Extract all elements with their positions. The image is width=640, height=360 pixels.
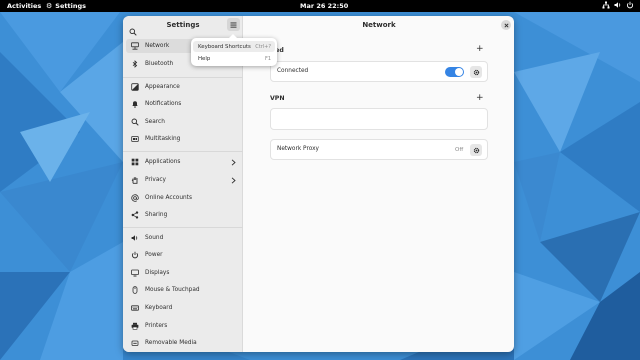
search-icon <box>129 28 137 36</box>
keyboard-icon <box>131 305 139 311</box>
sidebar-item-label: Displays <box>145 270 170 276</box>
chevron-right-icon <box>231 176 236 184</box>
sidebar-item-notifications[interactable]: Notifications <box>126 97 240 111</box>
bluetooth-icon <box>132 60 138 68</box>
sidebar-item-applications[interactable]: Applications <box>126 155 240 169</box>
sidebar-item-label: Search <box>145 119 165 125</box>
mouse-icon <box>132 286 138 294</box>
sidebar-separator <box>123 227 243 228</box>
sidebar-item-sharing[interactable]: Sharing <box>126 208 240 222</box>
sidebar-title: Settings <box>166 21 200 29</box>
top-bar: Activities ⚙ Settings Mar 26 22:50 <box>0 0 640 12</box>
sidebar-item-label: Multitasking <box>145 136 181 142</box>
sidebar-item-label: Online Accounts <box>145 195 192 201</box>
share-icon <box>131 211 139 219</box>
add-wired-connection-button[interactable]: + <box>476 45 484 54</box>
sidebar-item-multitasking[interactable]: Multitasking <box>126 132 240 146</box>
sidebar-item-label: Power <box>145 252 163 258</box>
sidebar-item-label: Applications <box>145 159 181 165</box>
sidebar-item-privacy[interactable]: Privacy <box>126 173 240 187</box>
sidebar-item-removable-media[interactable]: Removable Media <box>126 336 240 350</box>
privacy-hand-icon <box>131 177 138 184</box>
menu-item-label: Keyboard Shortcuts <box>198 43 251 50</box>
menu-item-shortcut: F1 <box>264 55 271 62</box>
main-menu-popover: Keyboard Shortcuts Ctrl+? Help F1 <box>191 34 277 66</box>
at-sign-icon <box>131 194 139 202</box>
speaker-icon <box>614 2 621 8</box>
sidebar-item-label: Printers <box>145 323 168 329</box>
settings-window: Settings Network Bluetooth Appearance No… <box>123 16 514 352</box>
sidebar-separator <box>123 77 243 78</box>
toggle-knob <box>455 68 463 76</box>
wired-status-label: Connected <box>277 68 309 74</box>
display-icon <box>131 269 139 277</box>
page-title: Network <box>362 21 396 29</box>
sidebar-item-label: Sound <box>145 235 164 241</box>
sidebar-header: Settings <box>123 16 243 36</box>
wired-settings-button[interactable] <box>470 66 482 78</box>
network-proxy-card[interactable]: Network Proxy Off <box>270 139 488 160</box>
sidebar: Settings Network Bluetooth Appearance No… <box>123 16 243 352</box>
sidebar-item-label: Removable Media <box>145 340 197 346</box>
close-button[interactable] <box>501 20 511 30</box>
wired-connection-card: Connected <box>270 61 488 82</box>
menu-item-help[interactable]: Help F1 <box>193 53 275 64</box>
content-pane: Network ired + Connected VPN + Netw <box>244 16 514 352</box>
clock[interactable]: Mar 26 22:50 <box>300 2 348 10</box>
app-menu[interactable]: ⚙ Settings <box>46 2 86 10</box>
add-vpn-button[interactable]: + <box>476 94 484 103</box>
removable-media-icon <box>131 340 139 346</box>
sidebar-item-appearance[interactable]: Appearance <box>126 80 240 94</box>
gear-icon <box>473 69 479 75</box>
main-menu-button[interactable] <box>227 18 240 31</box>
network-proxy-settings-button[interactable] <box>470 144 482 156</box>
sidebar-item-search[interactable]: Search <box>126 115 240 129</box>
chevron-right-icon <box>231 158 236 166</box>
sidebar-item-label: Notifications <box>145 101 182 107</box>
power-icon <box>626 1 634 9</box>
vpn-list-card <box>270 108 488 130</box>
sidebar-item-label: Appearance <box>145 84 180 90</box>
wired-toggle-switch[interactable] <box>445 67 464 77</box>
bell-icon <box>132 101 138 108</box>
sidebar-item-label: Privacy <box>145 177 166 183</box>
system-tray[interactable] <box>602 1 634 9</box>
menu-item-keyboard-shortcuts[interactable]: Keyboard Shortcuts Ctrl+? <box>193 41 275 52</box>
menu-item-shortcut: Ctrl+? <box>255 43 271 50</box>
close-icon <box>503 22 509 28</box>
sidebar-item-label: Keyboard <box>145 305 173 311</box>
gear-icon: ⚙ <box>46 1 53 10</box>
sidebar-item-power[interactable]: Power <box>126 248 240 262</box>
app-menu-label: Settings <box>55 2 86 10</box>
vpn-section-title: VPN <box>270 95 285 102</box>
network-icon <box>602 1 610 9</box>
applications-icon <box>131 158 139 166</box>
power-icon <box>131 251 139 259</box>
sidebar-item-mouse-touchpad[interactable]: Mouse & Touchpad <box>126 283 240 297</box>
sidebar-separator <box>123 151 243 152</box>
popover-arrow <box>229 34 237 38</box>
menu-item-label: Help <box>198 55 211 62</box>
sidebar-item-sound[interactable]: Sound <box>126 231 240 245</box>
network-proxy-state: Off <box>455 147 464 153</box>
network-proxy-label: Network Proxy <box>277 146 319 152</box>
search-icon <box>131 118 139 126</box>
speaker-icon <box>131 235 138 241</box>
appearance-icon <box>131 83 139 91</box>
sidebar-item-printers[interactable]: Printers <box>126 319 240 333</box>
sidebar-item-keyboard[interactable]: Keyboard <box>126 301 240 315</box>
sidebar-item-label: Mouse & Touchpad <box>145 287 200 293</box>
activities-button[interactable]: Activities <box>7 2 41 10</box>
sidebar-item-online-accounts[interactable]: Online Accounts <box>126 191 240 205</box>
sidebar-item-label: Sharing <box>145 212 168 218</box>
sidebar-item-displays[interactable]: Displays <box>126 266 240 280</box>
printer-icon <box>131 322 139 330</box>
hamburger-icon <box>230 22 237 28</box>
gear-icon <box>473 147 479 153</box>
multitasking-icon <box>131 136 139 142</box>
network-wired-icon <box>131 42 139 50</box>
